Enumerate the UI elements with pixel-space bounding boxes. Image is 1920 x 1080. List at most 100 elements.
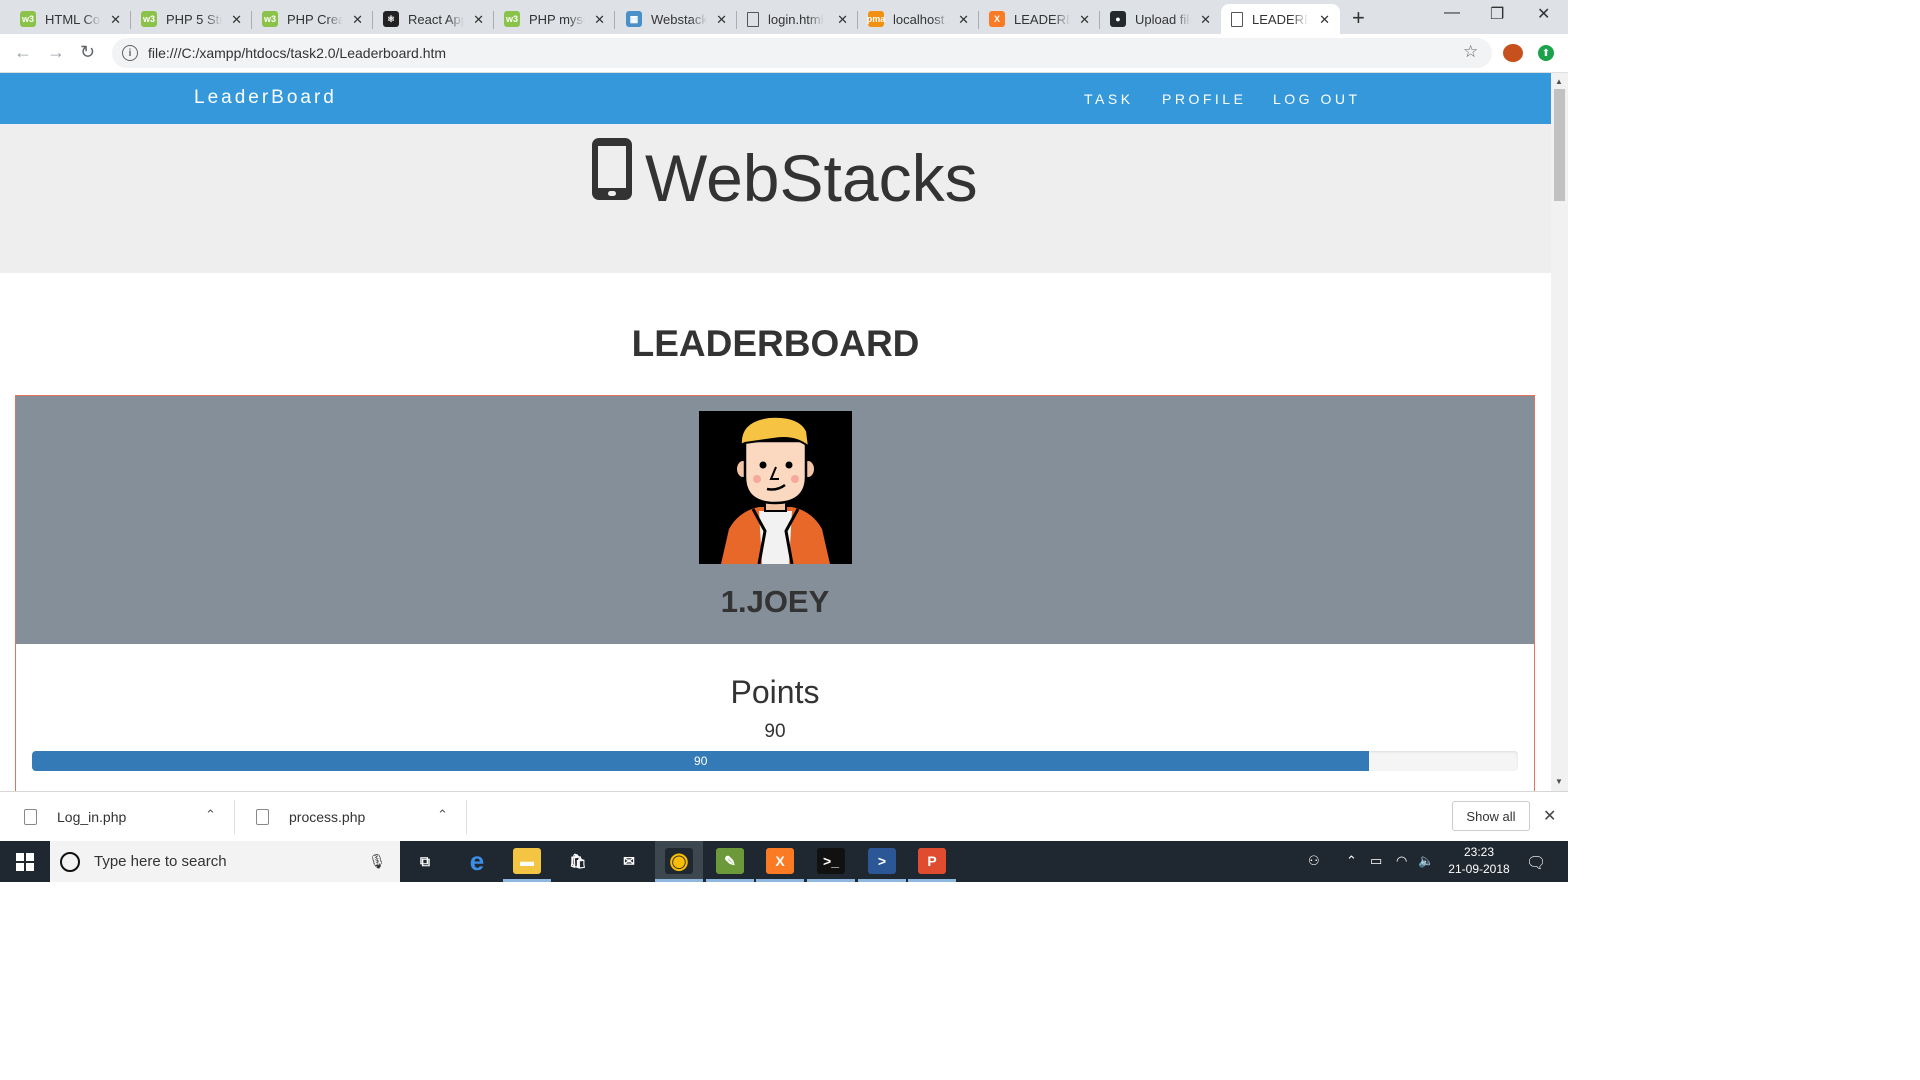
chevron-up-icon[interactable]: ⌃	[205, 807, 216, 823]
restore-button[interactable]: ❐	[1490, 4, 1504, 24]
nav-task-link[interactable]: TASK	[1084, 91, 1134, 107]
tab-title: Upload files	[1135, 11, 1191, 27]
tab-close-icon[interactable]: ✕	[231, 12, 242, 28]
tab-close-icon[interactable]: ✕	[716, 12, 727, 28]
nav-logout-link[interactable]: LOG OUT	[1273, 91, 1361, 107]
bookmark-star-icon[interactable]: ☆	[1463, 42, 1478, 62]
powershell-icon[interactable]: >	[868, 848, 896, 874]
leaderboard-card: 1.JOEY Points 90 90	[15, 395, 1535, 791]
xampp-icon[interactable]: X	[766, 848, 794, 874]
scrollbar-thumb[interactable]	[1554, 89, 1565, 201]
tab-title: PHP 5 String Functions	[166, 11, 222, 27]
tab-close-icon[interactable]: ✕	[837, 12, 848, 28]
tab-title: PHP Create MySQL Tables	[287, 11, 343, 27]
avatar-illustration	[699, 411, 852, 564]
w3schools-icon: w3	[141, 11, 157, 27]
scroll-down-arrow[interactable]: ▼	[1555, 777, 1563, 786]
reload-button[interactable]: ↻	[80, 42, 95, 63]
postman-icon[interactable]: P	[918, 848, 946, 874]
window-close-button[interactable]: ✕	[1537, 4, 1550, 24]
w3schools-icon: w3	[262, 11, 278, 27]
running-app-indicator	[756, 879, 804, 882]
file-explorer-icon[interactable]: ▬	[513, 848, 541, 874]
download-item[interactable]: Log_in.php ⌃	[24, 792, 229, 842]
info-icon[interactable]: i	[122, 45, 138, 61]
react-icon: ⚛	[383, 11, 399, 27]
clock-time: 23:23	[1463, 845, 1495, 859]
forward-button[interactable]: →	[47, 42, 65, 63]
tab-title: LEADERBOARD	[1014, 11, 1070, 27]
download-item[interactable]: process.php ⌃	[256, 792, 461, 842]
browser-tab[interactable]: w3 PHP 5 String Functions ✕	[131, 4, 252, 34]
chevron-up-icon[interactable]: ⌃	[1346, 853, 1357, 869]
tab-close-icon[interactable]: ✕	[473, 12, 484, 28]
site-navbar: LeaderBoard TASK PROFILE LOG OUT	[0, 73, 1551, 124]
scroll-up-arrow[interactable]: ▲	[1555, 77, 1563, 86]
browser-tab[interactable]: login.html ✕	[737, 4, 858, 34]
tab-close-icon[interactable]: ✕	[1200, 12, 1211, 28]
player-avatar	[699, 411, 852, 564]
browser-toolbar: ← → ↻ i file:///C:/xampp/htdocs/task2.0/…	[0, 34, 1568, 73]
notepad-plus-plus-icon[interactable]: ✎	[716, 848, 744, 874]
browser-tab[interactable]: w3 HTML Color Names ✕	[10, 4, 131, 34]
chevron-up-icon[interactable]: ⌃	[437, 807, 448, 823]
close-shelf-icon[interactable]: ✕	[1543, 806, 1556, 826]
battery-icon[interactable]: ▭	[1370, 853, 1382, 869]
show-all-downloads-button[interactable]: Show all	[1452, 801, 1530, 831]
browser-tab[interactable]: ● Upload files ✕	[1100, 4, 1221, 34]
tab-title: React App	[408, 11, 464, 27]
task-view-icon[interactable]: ⧉	[411, 848, 439, 874]
tab-close-icon[interactable]: ✕	[110, 12, 121, 28]
mail-icon[interactable]: ✉	[615, 848, 643, 874]
browser-tab[interactable]: ▦ Webstacks ✕	[616, 4, 737, 34]
file-icon	[747, 11, 759, 27]
browser-tab[interactable]: pma localhost / 127.0.0.1 ✕	[858, 4, 979, 34]
edge-icon[interactable]: e	[463, 846, 491, 876]
people-icon[interactable]: ⚇	[1308, 853, 1320, 869]
tab-close-icon[interactable]: ✕	[352, 12, 363, 28]
extension-icon[interactable]: ⬆	[1538, 45, 1554, 61]
github-icon: ●	[1110, 11, 1126, 27]
tab-close-icon[interactable]: ✕	[1319, 12, 1330, 28]
file-icon	[24, 809, 37, 825]
address-bar[interactable]: i file:///C:/xampp/htdocs/task2.0/Leader…	[112, 38, 1492, 68]
minimize-button[interactable]: —	[1444, 4, 1460, 22]
tab-strip: + — ❐ ✕ w3 HTML Color Names ✕ w3 PHP 5 Strin…	[0, 0, 1568, 34]
volume-icon[interactable]: 🔈	[1418, 853, 1434, 869]
running-app-indicator	[655, 879, 703, 882]
notification-icon[interactable]: 🗨	[1526, 853, 1546, 873]
start-button[interactable]	[16, 853, 34, 871]
tab-title: Webstacks	[651, 11, 707, 27]
site-title: WebStacks	[645, 141, 978, 215]
navbar-brand[interactable]: LeaderBoard	[194, 87, 337, 109]
tab-close-icon[interactable]: ✕	[1079, 12, 1090, 28]
wifi-icon[interactable]: ◠	[1396, 853, 1407, 869]
site-header: WebStacks	[0, 124, 1551, 273]
store-icon[interactable]: 🛍	[564, 848, 592, 874]
tab-close-icon[interactable]: ✕	[594, 12, 605, 28]
tab-close-icon[interactable]: ✕	[958, 12, 969, 28]
running-app-indicator	[706, 879, 754, 882]
browser-tab[interactable]: LEADERBOARD ✕	[1221, 4, 1340, 34]
points-value: 90	[764, 721, 786, 742]
search-placeholder: Type here to search	[94, 853, 227, 870]
browser-tab[interactable]: w3 PHP Create MySQL Tables ✕	[252, 4, 373, 34]
page-scrollbar[interactable]: ▲ ▼	[1551, 73, 1568, 791]
back-button[interactable]: ←	[14, 42, 32, 63]
profile-avatar[interactable]	[1503, 44, 1523, 62]
phpmyadmin-icon: pma	[867, 11, 885, 27]
points-label: Points	[730, 674, 820, 710]
taskbar-clock[interactable]: 23:23 21-09-2018	[1444, 844, 1514, 878]
cmd-icon[interactable]: >_	[817, 848, 845, 874]
nav-profile-link[interactable]: PROFILE	[1162, 91, 1246, 107]
w3schools-icon: w3	[504, 11, 520, 27]
browser-tab[interactable]: X LEADERBOARD ✕	[979, 4, 1100, 34]
player-header: 1.JOEY	[16, 396, 1534, 644]
new-tab-button[interactable]: +	[1352, 5, 1365, 31]
windows-taskbar: Type here to search 🎙 ⚇ ⌃ ▭ ◠ 🔈 23:23 21…	[0, 841, 1568, 882]
browser-tab[interactable]: w3 PHP mysqli ✕	[494, 4, 615, 34]
microphone-icon[interactable]: 🎙	[368, 853, 386, 870]
browser-tab[interactable]: ⚛ React App ✕	[373, 4, 494, 34]
taskbar-search[interactable]: Type here to search 🎙	[50, 841, 400, 882]
chrome-icon[interactable]: ◉	[665, 848, 693, 874]
